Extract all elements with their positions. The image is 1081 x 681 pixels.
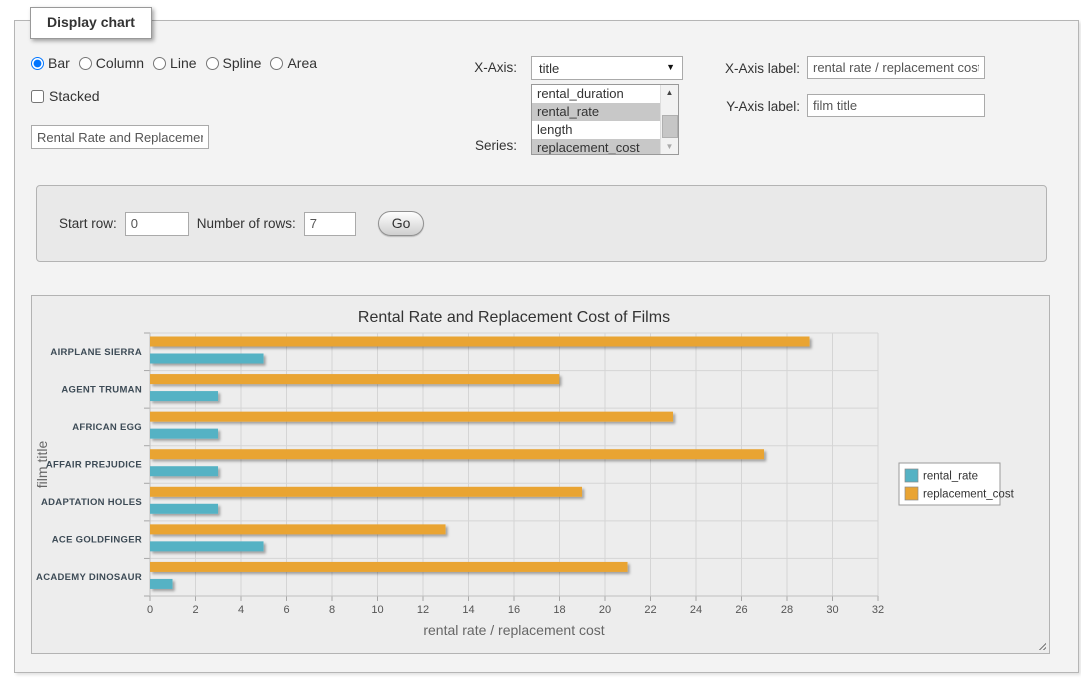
dropdown-arrow-icon: ▼ bbox=[666, 62, 675, 72]
chart-type-label: Area bbox=[287, 55, 317, 71]
x-axis-select-label: X-Axis: bbox=[415, 60, 517, 75]
start-row-input[interactable] bbox=[125, 212, 189, 236]
chart-type-radio-group: Bar Column Line Spline Area bbox=[31, 55, 317, 71]
bar-chart: Rental Rate and Replacement Cost of Film… bbox=[32, 296, 1047, 651]
chart-type-label: Column bbox=[96, 55, 144, 71]
scrollbar-thumb[interactable] bbox=[662, 115, 678, 138]
page: Display chart Bar Column Line Spline Area St… bbox=[0, 0, 1081, 681]
x-tick-label: 8 bbox=[329, 604, 335, 616]
bar-replacement_cost-0[interactable] bbox=[150, 337, 810, 347]
stacked-checkbox-row: Stacked bbox=[31, 88, 100, 104]
panel-title: Display chart bbox=[30, 7, 152, 39]
start-row-label: Start row: bbox=[59, 216, 117, 231]
bar-replacement_cost-6[interactable] bbox=[150, 562, 628, 572]
bar-replacement_cost-5[interactable] bbox=[150, 524, 446, 534]
series-select-label: Series: bbox=[415, 138, 517, 153]
stacked-label: Stacked bbox=[49, 88, 100, 104]
chart-legend[interactable]: rental_rate replacement_cost bbox=[899, 463, 1015, 505]
chart-type-option-column: Column bbox=[79, 55, 144, 71]
display-chart-panel: Display chart BarColumnLineSplineArea St… bbox=[14, 20, 1079, 673]
chart-type-label: Line bbox=[170, 55, 196, 71]
chart-type-option-bar: Bar bbox=[31, 55, 70, 71]
category-label: AFFAIR PREJUDICE bbox=[46, 460, 142, 471]
chart-title-input[interactable] bbox=[31, 125, 209, 149]
stacked-checkbox[interactable] bbox=[31, 90, 44, 103]
x-tick-label: 18 bbox=[553, 604, 565, 616]
category-label: ACADEMY DINOSAUR bbox=[36, 572, 142, 583]
y-axis-label-input[interactable] bbox=[807, 94, 985, 117]
series-option-rental_rate[interactable]: rental_rate bbox=[532, 103, 678, 121]
x-tick-label: 14 bbox=[462, 604, 474, 616]
bar-rental_rate-0[interactable] bbox=[150, 354, 264, 364]
y-axis-title: film title bbox=[34, 441, 50, 489]
bar-rental_rate-3[interactable] bbox=[150, 466, 218, 476]
scroll-down-icon[interactable]: ▼ bbox=[661, 139, 678, 154]
scroll-up-icon[interactable]: ▲ bbox=[661, 85, 678, 100]
x-tick-label: 12 bbox=[417, 604, 429, 616]
x-tick-label: 10 bbox=[371, 604, 383, 616]
num-rows-label: Number of rows: bbox=[197, 216, 296, 231]
chart-type-radio-spline[interactable] bbox=[206, 57, 219, 70]
chart-type-option-spline: Spline bbox=[206, 55, 262, 71]
x-tick-label: 22 bbox=[644, 604, 656, 616]
x-tick-label: 28 bbox=[781, 604, 793, 616]
chart-container: Rental Rate and Replacement Cost of Film… bbox=[31, 295, 1050, 654]
x-tick-label: 4 bbox=[238, 604, 244, 616]
go-button[interactable]: Go bbox=[378, 211, 425, 236]
bar-rental_rate-2[interactable] bbox=[150, 429, 218, 439]
series-listbox[interactable]: rental_durationrental_ratelengthreplacem… bbox=[531, 84, 679, 155]
chart-type-radio-line[interactable] bbox=[153, 57, 166, 70]
x-tick-label: 32 bbox=[872, 604, 884, 616]
x-tick-label: 0 bbox=[147, 604, 153, 616]
chart-type-option-line: Line bbox=[153, 55, 196, 71]
series-options: rental_durationrental_ratelengthreplacem… bbox=[532, 85, 678, 155]
x-tick-label: 16 bbox=[508, 604, 520, 616]
category-label: ACE GOLDFINGER bbox=[52, 535, 142, 546]
legend-item-rental_rate[interactable]: rental_rate bbox=[905, 469, 978, 483]
y-axis-label-label: Y-Axis label: bbox=[675, 99, 800, 114]
bar-replacement_cost-3[interactable] bbox=[150, 449, 764, 459]
category-label: AFRICAN EGG bbox=[72, 422, 142, 433]
bar-rental_rate-5[interactable] bbox=[150, 541, 264, 551]
x-tick-label: 26 bbox=[735, 604, 747, 616]
x-tick-label: 6 bbox=[283, 604, 289, 616]
x-tick-label: 24 bbox=[690, 604, 702, 616]
bar-rental_rate-6[interactable] bbox=[150, 579, 173, 589]
bar-rental_rate-4[interactable] bbox=[150, 504, 218, 514]
num-rows-input[interactable] bbox=[304, 212, 356, 236]
chart-type-option-area: Area bbox=[270, 55, 317, 71]
x-tick-label: 2 bbox=[192, 604, 198, 616]
category-label: ADAPTATION HOLES bbox=[41, 497, 142, 508]
x-tick-label: 30 bbox=[826, 604, 838, 616]
x-axis-title: rental rate / replacement cost bbox=[423, 622, 604, 638]
bar-replacement_cost-2[interactable] bbox=[150, 412, 673, 422]
chart-type-label: Bar bbox=[48, 55, 70, 71]
chart-type-radio-column[interactable] bbox=[79, 57, 92, 70]
category-label: AGENT TRUMAN bbox=[61, 384, 142, 395]
x-axis-select[interactable]: title ▼ bbox=[531, 56, 683, 80]
bar-replacement_cost-1[interactable] bbox=[150, 374, 559, 384]
chart-title: Rental Rate and Replacement Cost of Film… bbox=[358, 309, 670, 326]
chart-type-label: Spline bbox=[223, 55, 262, 71]
x-axis-label-input[interactable] bbox=[807, 56, 985, 79]
x-tick-label: 20 bbox=[599, 604, 611, 616]
chart-type-radio-area[interactable] bbox=[270, 57, 283, 70]
x-axis-select-value: title bbox=[539, 61, 559, 76]
legend-label: replacement_cost bbox=[923, 489, 1015, 501]
row-controls-box: Start row: Number of rows: Go bbox=[36, 185, 1047, 262]
listbox-scrollbar[interactable]: ▲ ▼ bbox=[660, 85, 678, 154]
category-label: AIRPLANE SIERRA bbox=[50, 347, 142, 358]
bar-replacement_cost-4[interactable] bbox=[150, 487, 582, 497]
legend-label: rental_rate bbox=[923, 471, 978, 483]
chart-type-radio-bar[interactable] bbox=[31, 57, 44, 70]
series-option-replacement_cost[interactable]: replacement_cost bbox=[532, 139, 678, 155]
series-option-rental_duration[interactable]: rental_duration bbox=[532, 85, 678, 103]
series-option-length[interactable]: length bbox=[532, 121, 678, 139]
bar-rental_rate-1[interactable] bbox=[150, 391, 218, 401]
x-axis-label-label: X-Axis label: bbox=[675, 61, 800, 76]
